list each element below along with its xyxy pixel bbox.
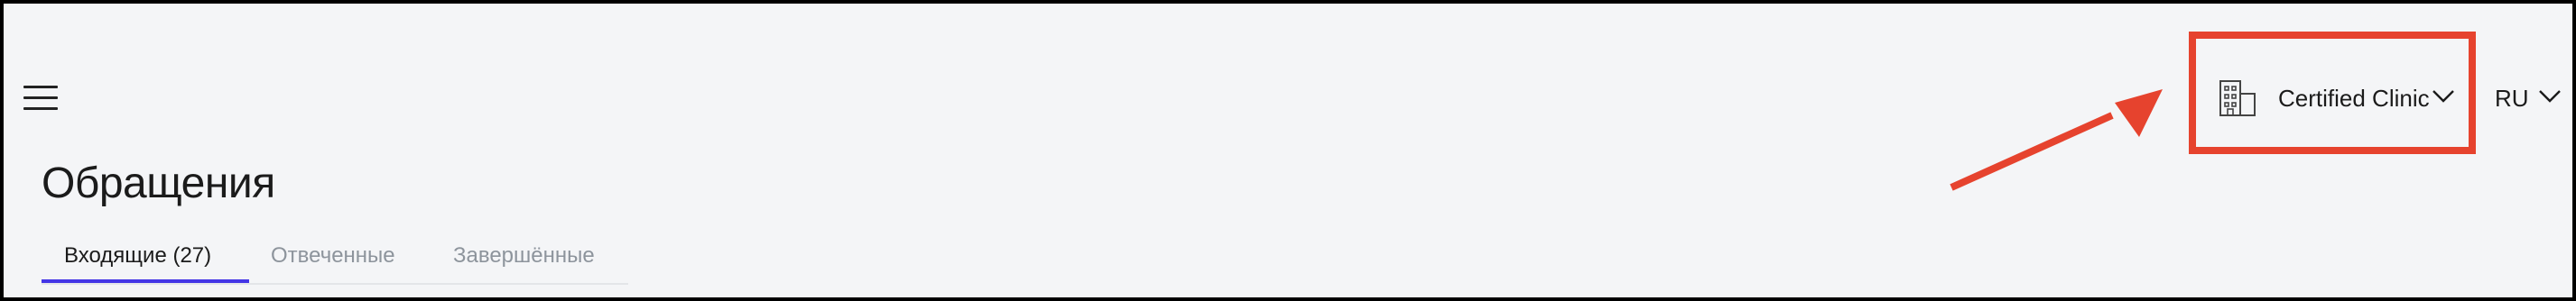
tabs-bar: Входящие (27) Отвеченные Завершённые [42,236,628,285]
menu-line [23,96,58,99]
language-selector[interactable]: RU [2486,76,2567,119]
chevron-down-icon [2539,90,2561,103]
language-selector-label: RU [2495,85,2529,112]
tab-incoming[interactable]: Входящие (27) [64,236,211,281]
menu-line [23,107,58,110]
page-title: Обращения [42,160,275,207]
clinic-selector[interactable]: Certified Clinic [2206,67,2477,130]
chevron-down-icon [2432,90,2454,103]
menu-line [23,86,58,88]
tab-answered[interactable]: Отвеченные [271,236,395,281]
tab-completed[interactable]: Завершённые [453,236,595,281]
app-window: Обращения Входящие (27) Отвеченные Завер… [0,0,2576,301]
building-icon [2219,80,2256,116]
active-tab-indicator [42,279,249,283]
clinic-selector-label: Certified Clinic [2278,85,2430,112]
hamburger-menu-button[interactable] [20,83,60,115]
